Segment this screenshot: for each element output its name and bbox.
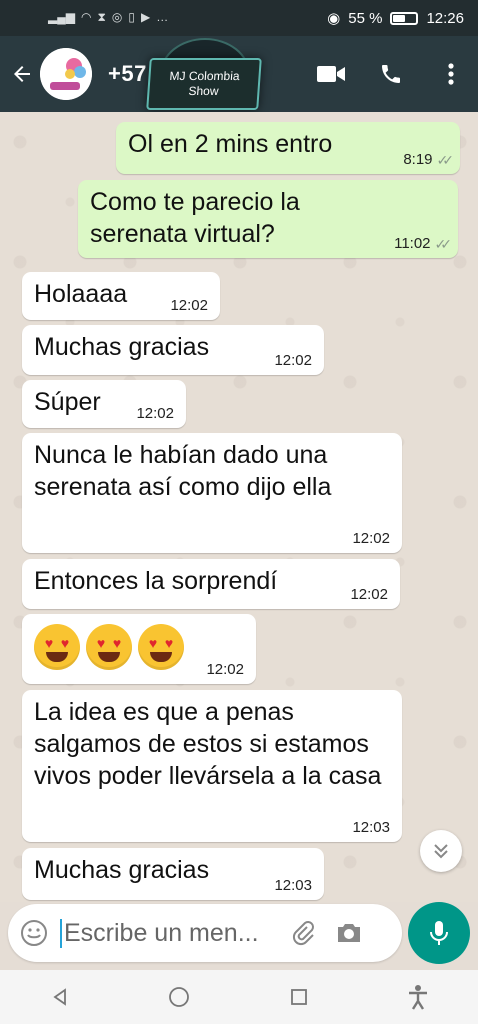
status-notification-icons: ▂▄▆ ◠ ⧗ ◎ ▯ ▶ …	[48, 9, 168, 25]
message-text: Como te parecio la serenata virtual?	[90, 188, 300, 248]
camera-icon[interactable]	[326, 921, 372, 945]
instagram-icon: ◎	[111, 10, 123, 24]
message-bubble-incoming[interactable]: Holaaaa 12:02	[22, 272, 220, 320]
message-time: 11:02	[394, 235, 431, 252]
watermark-line2: Show	[188, 84, 220, 98]
message-meta: 8:19 ✓✓	[403, 151, 455, 169]
message-time: 12:02	[136, 405, 174, 422]
emoji-icon[interactable]	[8, 919, 60, 947]
message-text: Nunca le habían dado una serenata así co…	[34, 441, 332, 501]
paperclip-icon[interactable]	[280, 920, 326, 946]
chat-area[interactable]: Ol en 2 mins entro 8:19 ✓✓ Como te pareci…	[0, 112, 478, 902]
message-time: 12:03	[352, 819, 390, 836]
message-bubble-incoming[interactable]: Nunca le habían dado una serenata así co…	[22, 433, 402, 553]
chevron-double-down-icon[interactable]	[420, 830, 462, 872]
message-meta: 12:02	[352, 531, 390, 547]
battery-icon	[390, 11, 419, 25]
home-circle-icon[interactable]	[157, 975, 201, 1019]
message-time: 8:19	[403, 151, 433, 168]
eye-comfort-icon: ◉	[327, 10, 341, 27]
message-meta: 12:02	[350, 587, 388, 603]
message-text: La idea es que a penas salgamos de estos…	[34, 698, 382, 790]
message-bubble-incoming[interactable]: La idea es que a penas salgamos de estos…	[22, 690, 402, 842]
message-meta: 12:02	[206, 662, 244, 678]
message-bubble-incoming[interactable]: Entonces la sorprendí 12:02	[22, 559, 400, 609]
video-call-icon[interactable]	[316, 50, 346, 98]
back-triangle-icon[interactable]	[38, 975, 82, 1019]
more-vert-icon[interactable]	[436, 50, 466, 98]
youtube-icon: ▶	[140, 10, 151, 24]
message-meta: 11:02 ✓✓	[394, 235, 453, 253]
message-bubble-incoming[interactable]: Muchas gracias 12:02	[22, 325, 324, 375]
watermark-line1: MJ Colombia	[169, 69, 241, 83]
message-bubble-incoming[interactable]: Muchas gracias 12:03	[22, 848, 324, 900]
message-composer: Escribe un men...	[8, 904, 402, 962]
recents-square-icon[interactable]	[277, 975, 321, 1019]
signal-icon: ▂▄▆	[48, 10, 75, 24]
message-text: Ol en 2 mins entro	[128, 130, 333, 158]
message-meta: 12:02	[170, 298, 208, 314]
message-meta: 12:02	[274, 353, 312, 369]
message-time: 12:03	[274, 877, 312, 894]
message-meta: 12:03	[352, 820, 390, 836]
hourglass-icon: ⧗	[97, 10, 106, 24]
message-time: 12:02	[352, 530, 390, 547]
mic-icon[interactable]	[408, 902, 470, 964]
message-text: Muchas gracias	[34, 333, 210, 361]
message-meta: 12:03	[274, 878, 312, 894]
chat-header: +57 3 28 MJ Colombia Show	[0, 36, 478, 112]
message-text: Holaaaa	[34, 280, 128, 308]
message-time: 12:02	[170, 297, 208, 314]
message-text: Súper	[34, 388, 101, 416]
arrow-left-icon[interactable]	[4, 54, 40, 94]
clock: 12:26	[426, 9, 464, 27]
heart-eyes-emoji-icon: ♥ ♥	[86, 624, 132, 670]
accessibility-icon[interactable]	[396, 975, 440, 1019]
message-text: Muchas gracias	[34, 856, 210, 884]
message-bubble-outgoing[interactable]: Ol en 2 mins entro 8:19 ✓✓	[116, 122, 460, 174]
heart-eyes-emoji-icon: ♥ ♥	[34, 624, 80, 670]
contact-avatar[interactable]	[40, 48, 92, 100]
system-navigation-bar	[0, 970, 478, 1024]
message-meta: 12:02	[136, 406, 174, 422]
status-bar: ▂▄▆ ◠ ⧗ ◎ ▯ ▶ … ◉ 55 % 12:26	[0, 0, 478, 36]
battery-percent: 55 %	[348, 9, 383, 27]
heart-eyes-emoji-icon: ♥ ♥	[138, 624, 184, 670]
read-receipt-icon: ✓✓	[436, 152, 455, 168]
battery-level	[393, 14, 406, 22]
message-bubble-incoming[interactable]: Súper 12:02	[22, 380, 186, 428]
watermark-badge: MJ Colombia Show	[146, 58, 262, 110]
read-receipt-icon: ✓✓	[434, 236, 453, 252]
message-time: 12:02	[350, 586, 388, 603]
message-time: 12:02	[274, 352, 312, 369]
message-text: Entonces la sorprendí	[34, 567, 278, 595]
message-bubble-incoming[interactable]: ♥ ♥ ♥ ♥ ♥ ♥ 12:02	[22, 614, 256, 684]
message-time: 12:02	[206, 661, 244, 678]
wifi-icon: ◠	[80, 10, 92, 24]
message-input[interactable]: Escribe un men...	[60, 918, 280, 948]
phone-icon[interactable]	[376, 50, 406, 98]
sim-icon: ▯	[128, 10, 135, 24]
more-notifications-icon: …	[156, 10, 169, 24]
message-bubble-outgoing[interactable]: Como te parecio la serenata virtual? 11:…	[78, 180, 458, 258]
